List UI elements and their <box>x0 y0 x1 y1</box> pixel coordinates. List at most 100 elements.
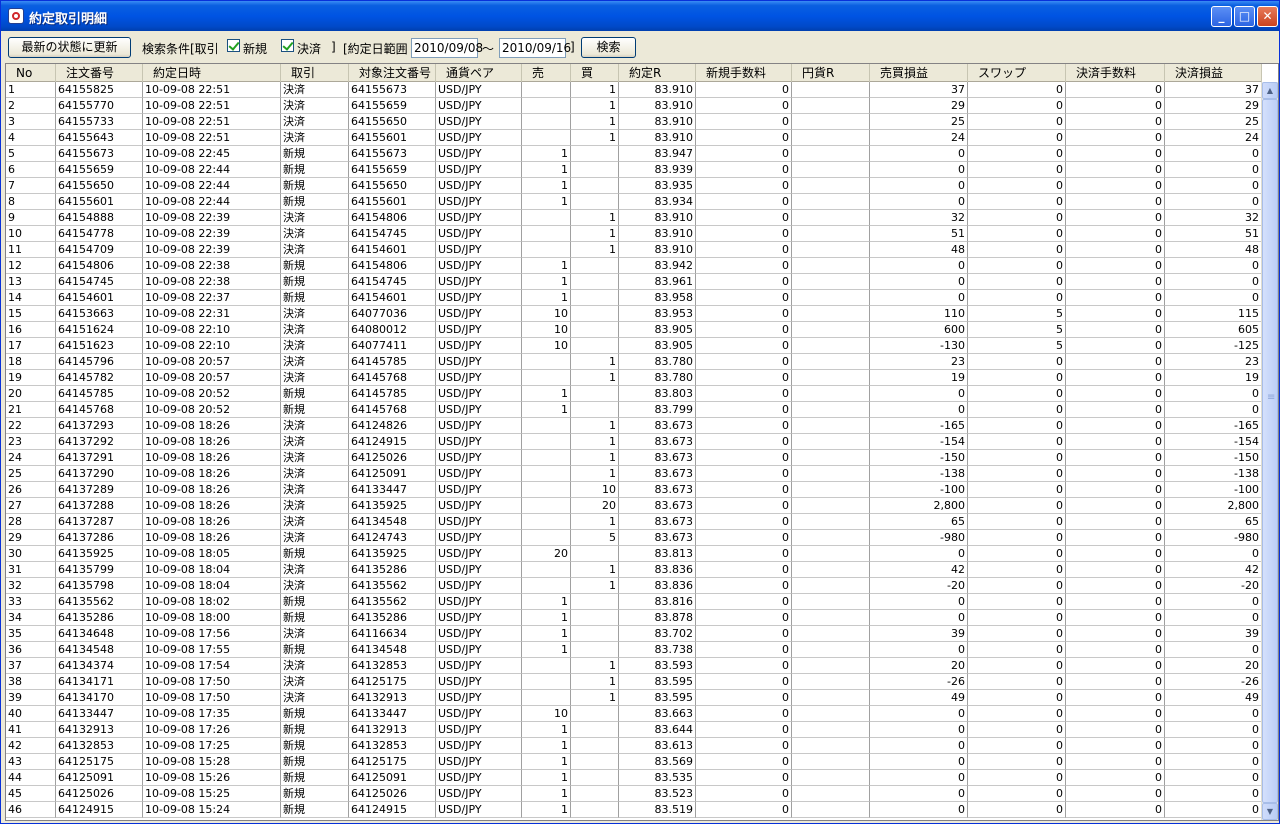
cell-new-fee: 0 <box>696 210 792 226</box>
close-button[interactable]: ✕ <box>1257 6 1278 27</box>
table-row[interactable]: 31 64135799 10-09-08 18:04 決済 64135286 USD/JP… <box>6 562 1262 578</box>
cell-exec-rate: 83.935 <box>619 178 696 194</box>
cell-trade-pl: -130 <box>870 338 968 354</box>
table-row[interactable]: 24 64137291 10-09-08 18:26 決済 64125026 USD/JP… <box>6 450 1262 466</box>
table-row[interactable]: 43 64125175 10-09-08 15:28 新規 64125175 USD/JP… <box>6 754 1262 770</box>
cell-currency-pair: USD/JPY <box>436 530 522 546</box>
column-header-new-fee[interactable]: 新規手数料 <box>696 64 792 82</box>
cell-settle-pl: 20 <box>1165 658 1262 674</box>
table-row[interactable]: 11 64154709 10-09-08 22:39 決済 64154601 USD/JP… <box>6 242 1262 258</box>
column-header-no[interactable]: No <box>6 64 56 82</box>
cell-target-order: 64135286 <box>349 610 436 626</box>
cell-order-number: 64133447 <box>56 706 143 722</box>
scroll-up-arrow-icon[interactable]: ▲ <box>1262 82 1278 99</box>
column-header-exec-rate[interactable]: 約定R <box>619 64 696 82</box>
trade-grid[interactable]: No 注文番号 約定日時 取引 対象注文番号 通貨ペア売買約定R 新規手数料 円貨R 売買損益ス… <box>5 63 1279 821</box>
table-row[interactable]: 30 64135925 10-09-08 18:05 新規 64135925 USD/JP… <box>6 546 1262 562</box>
table-row[interactable]: 25 64137290 10-09-08 18:26 決済 64125091 USD/JP… <box>6 466 1262 482</box>
table-row[interactable]: 40 64133447 10-09-08 17:35 新規 64133447 USD/JP… <box>6 706 1262 722</box>
table-row[interactable]: 28 64137287 10-09-08 18:26 決済 64134548 USD/JP… <box>6 514 1262 530</box>
table-row[interactable]: 44 64125091 10-09-08 15:26 新規 64125091 USD/JP… <box>6 770 1262 786</box>
table-row[interactable]: 21 64145768 10-09-08 20:52 新規 64145768 USD/JP… <box>6 402 1262 418</box>
cell-yen-rate <box>792 242 870 258</box>
table-row[interactable]: 10 64154778 10-09-08 22:39 決済 64154745 USD/JP… <box>6 226 1262 242</box>
column-header-buy[interactable]: 買 <box>571 64 619 82</box>
cell-target-order: 64124826 <box>349 418 436 434</box>
settle-checkbox[interactable] <box>281 39 294 52</box>
table-row[interactable]: 8 64155601 10-09-08 22:44 新規 64155601 USD/JPY… <box>6 194 1262 210</box>
table-row[interactable]: 38 64134171 10-09-08 17:50 決済 64125175 USD/JP… <box>6 674 1262 690</box>
refresh-button[interactable]: 最新の状態に更新 <box>8 37 131 58</box>
table-row[interactable]: 29 64137286 10-09-08 18:26 決済 64124743 USD/JP… <box>6 530 1262 546</box>
table-row[interactable]: 1 64155825 10-09-08 22:51 決済 64155673 USD/JPY… <box>6 82 1262 98</box>
column-header-sell[interactable]: 売 <box>522 64 571 82</box>
search-button[interactable]: 検索 <box>581 37 636 58</box>
maximize-button[interactable]: □ <box>1234 6 1255 27</box>
table-row[interactable]: 23 64137292 10-09-08 18:26 決済 64124915 USD/JP… <box>6 434 1262 450</box>
title-bar[interactable]: 約定取引明細 _ □ ✕ <box>1 1 1279 31</box>
table-row[interactable]: 27 64137288 10-09-08 18:26 決済 64135925 USD/JP… <box>6 498 1262 514</box>
table-row[interactable]: 9 64154888 10-09-08 22:39 決済 64154806 USD/JPY… <box>6 210 1262 226</box>
table-row[interactable]: 14 64154601 10-09-08 22:37 新規 64154601 USD/JP… <box>6 290 1262 306</box>
column-header-swap[interactable]: スワップ <box>968 64 1066 82</box>
cell-swap: 0 <box>968 626 1066 642</box>
table-row[interactable]: 41 64132913 10-09-08 17:26 新規 64132913 USD/JP… <box>6 722 1262 738</box>
date-to-input[interactable]: 2010/09/16 <box>499 38 571 58</box>
column-header-settle-pl[interactable]: 決済損益 <box>1165 64 1262 82</box>
column-header-currency-pair[interactable]: 通貨ペア <box>436 64 522 82</box>
table-row[interactable]: 39 64134170 10-09-08 17:50 決済 64132913 USD/JP… <box>6 690 1262 706</box>
table-row[interactable]: 33 64135562 10-09-08 18:02 新規 64135562 USD/JP… <box>6 594 1262 610</box>
cell-trade-pl: 0 <box>870 706 968 722</box>
scroll-thumb[interactable] <box>1262 99 1278 803</box>
date-from-input[interactable]: 2010/09/08 <box>411 38 483 58</box>
table-row[interactable]: 16 64151624 10-09-08 22:10 決済 64080012 USD/JP… <box>6 322 1262 338</box>
table-row[interactable]: 42 64132853 10-09-08 17:25 新規 64132853 USD/JP… <box>6 738 1262 754</box>
cell-order-number: 64155770 <box>56 98 143 114</box>
table-row[interactable]: 45 64125026 10-09-08 15:25 新規 64125026 USD/JP… <box>6 786 1262 802</box>
cell-exec-datetime: 10-09-08 18:26 <box>143 498 281 514</box>
minimize-button[interactable]: _ <box>1211 6 1232 27</box>
cell-swap: 0 <box>968 114 1066 130</box>
table-row[interactable]: 35 64134648 10-09-08 17:56 決済 64116634 USD/JP… <box>6 626 1262 642</box>
table-row[interactable]: 26 64137289 10-09-08 18:26 決済 64133447 USD/JP… <box>6 482 1262 498</box>
cell-order-number: 64135798 <box>56 578 143 594</box>
column-header-target-order[interactable]: 対象注文番号 <box>349 64 436 82</box>
column-header-trade-type[interactable]: 取引 <box>281 64 349 82</box>
scroll-down-arrow-icon[interactable]: ▼ <box>1262 803 1278 820</box>
table-row[interactable]: 15 64153663 10-09-08 22:31 決済 64077036 USD/JP… <box>6 306 1262 322</box>
column-header-trade-pl[interactable]: 売買損益 <box>870 64 968 82</box>
cell-target-order: 64132913 <box>349 722 436 738</box>
table-row[interactable]: 32 64135798 10-09-08 18:04 決済 64135562 USD/JP… <box>6 578 1262 594</box>
cell-new-fee: 0 <box>696 82 792 98</box>
table-row[interactable]: 13 64154745 10-09-08 22:38 新規 64154745 USD/JP… <box>6 274 1262 290</box>
column-header-exec-datetime[interactable]: 約定日時 <box>143 64 281 82</box>
column-header-yen-rate[interactable]: 円貨R <box>792 64 870 82</box>
cell-sell: 1 <box>522 738 571 754</box>
column-header-order-number[interactable]: 注文番号 <box>56 64 143 82</box>
grid-body[interactable]: 1 64155825 10-09-08 22:51 決済 64155673 USD/JPY… <box>6 82 1262 818</box>
table-row[interactable]: 18 64145796 10-09-08 20:57 決済 64145785 USD/JP… <box>6 354 1262 370</box>
table-row[interactable]: 12 64154806 10-09-08 22:38 新規 64154806 USD/JP… <box>6 258 1262 274</box>
cell-swap: 0 <box>968 466 1066 482</box>
column-header-settle-fee[interactable]: 決済手数料 <box>1066 64 1165 82</box>
vertical-scrollbar[interactable]: ▲ ▼ <box>1261 82 1278 820</box>
table-row[interactable]: 3 64155733 10-09-08 22:51 決済 64155650 USD/JPY… <box>6 114 1262 130</box>
cell-buy: 1 <box>571 354 619 370</box>
table-row[interactable]: 37 64134374 10-09-08 17:54 決済 64132853 USD/JP… <box>6 658 1262 674</box>
table-row[interactable]: 7 64155650 10-09-08 22:44 新規 64155650 USD/JPY… <box>6 178 1262 194</box>
table-row[interactable]: 22 64137293 10-09-08 18:26 決済 64124826 USD/JP… <box>6 418 1262 434</box>
cell-buy: 1 <box>571 242 619 258</box>
table-row[interactable]: 46 64124915 10-09-08 15:24 新規 64124915 USD/JP… <box>6 802 1262 818</box>
table-row[interactable]: 17 64151623 10-09-08 22:10 決済 64077411 USD/JP… <box>6 338 1262 354</box>
table-row[interactable]: 5 64155673 10-09-08 22:45 新規 64155673 USD/JPY… <box>6 146 1262 162</box>
table-row[interactable]: 36 64134548 10-09-08 17:55 新規 64134548 USD/JP… <box>6 642 1262 658</box>
table-row[interactable]: 6 64155659 10-09-08 22:44 新規 64155659 USD/JPY… <box>6 162 1262 178</box>
cell-currency-pair: USD/JPY <box>436 194 522 210</box>
table-row[interactable]: 2 64155770 10-09-08 22:51 決済 64155659 USD/JPY… <box>6 98 1262 114</box>
cell-currency-pair: USD/JPY <box>436 146 522 162</box>
table-row[interactable]: 4 64155643 10-09-08 22:51 決済 64155601 USD/JPY… <box>6 130 1262 146</box>
table-row[interactable]: 19 64145782 10-09-08 20:57 決済 64145768 USD/JP… <box>6 370 1262 386</box>
new-checkbox[interactable] <box>227 39 240 52</box>
table-row[interactable]: 34 64135286 10-09-08 18:00 新規 64135286 USD/JP… <box>6 610 1262 626</box>
table-row[interactable]: 20 64145785 10-09-08 20:52 新規 64145785 USD/JP… <box>6 386 1262 402</box>
